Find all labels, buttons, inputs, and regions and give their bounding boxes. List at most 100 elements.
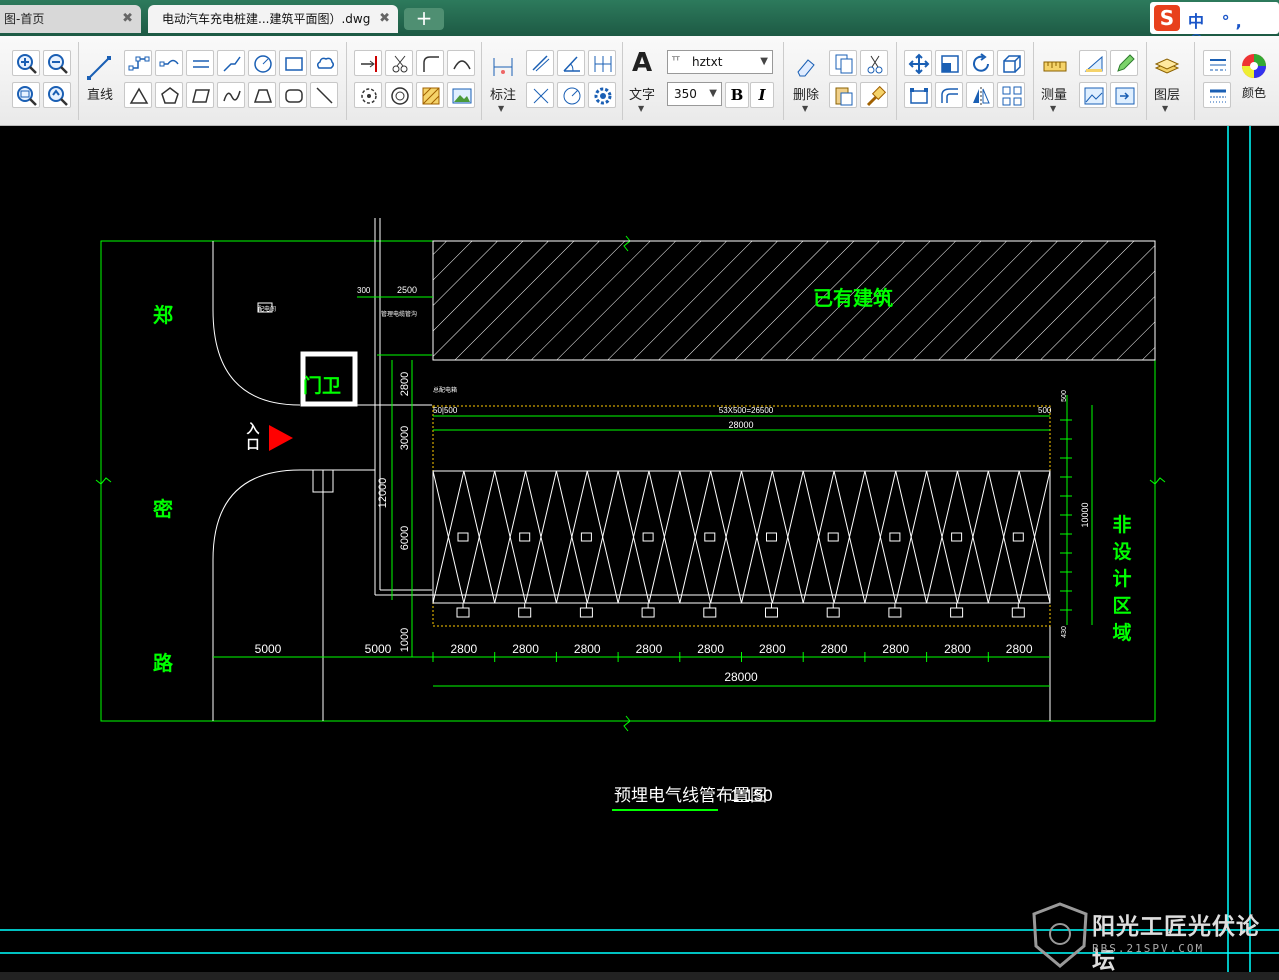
- parallelogram-icon[interactable]: [186, 82, 214, 108]
- dim-text: 53X500=26500: [719, 406, 774, 415]
- stretch-icon[interactable]: [904, 82, 932, 108]
- polygon-icon[interactable]: [155, 82, 183, 108]
- export-image-icon[interactable]: [1079, 82, 1107, 108]
- scale-icon[interactable]: [935, 50, 963, 76]
- multiline-icon[interactable]: [186, 50, 214, 76]
- zoom-window-icon[interactable]: [12, 82, 40, 108]
- dim-text: 2800: [399, 372, 411, 396]
- copy-icon[interactable]: [829, 50, 857, 76]
- match-properties-icon[interactable]: [860, 82, 888, 108]
- font-select[interactable]: ᵀᵀ hztxt ▼: [667, 50, 773, 74]
- dim-text: 430: [1061, 626, 1068, 638]
- new-tab-button[interactable]: +: [404, 8, 444, 30]
- color-label[interactable]: 颜色: [1236, 84, 1272, 101]
- close-tab-icon[interactable]: ✖: [122, 5, 133, 33]
- ruler-icon[interactable]: [1042, 54, 1068, 80]
- offset-icon[interactable]: [935, 82, 963, 108]
- layer-icon[interactable]: [1154, 54, 1180, 80]
- line-tool-label[interactable]: 直线: [83, 84, 117, 103]
- bold-button[interactable]: B: [725, 82, 749, 108]
- tab-drawing[interactable]: 电动汽车充电桩建...建筑平面图）.dwg ✖: [148, 5, 398, 33]
- rectangle-icon[interactable]: [279, 50, 307, 76]
- cut-icon[interactable]: [860, 50, 888, 76]
- canopy-outline: [432, 470, 1051, 604]
- trapezoid-icon[interactable]: [248, 82, 276, 108]
- eraser-icon[interactable]: [793, 54, 819, 80]
- light-fixture: [457, 532, 469, 542]
- 3d-box-icon[interactable]: [997, 50, 1025, 76]
- note-text: 配电间: [258, 305, 276, 313]
- light-fixture: [766, 532, 777, 542]
- text-tool-label[interactable]: 文字: [625, 84, 659, 103]
- paste-icon[interactable]: [829, 82, 857, 108]
- hatch-icon[interactable]: [416, 82, 444, 108]
- continuous-dim-icon[interactable]: [588, 50, 616, 76]
- measure-label[interactable]: 测量: [1036, 84, 1072, 103]
- array-icon[interactable]: [997, 82, 1025, 108]
- light-fixture: [827, 532, 839, 542]
- close-tab-icon[interactable]: ✖: [379, 5, 390, 33]
- delete-dropdown-icon[interactable]: ▼: [802, 104, 808, 113]
- lineweight-icon[interactable]: [1203, 82, 1231, 108]
- dim-text: 5000: [365, 642, 392, 656]
- extend-icon[interactable]: [354, 50, 382, 76]
- charger-unit: [641, 607, 655, 618]
- charger-unit: [518, 607, 532, 618]
- pencil-icon[interactable]: [1110, 50, 1138, 76]
- text-dropdown-icon[interactable]: ▼: [638, 104, 644, 113]
- rotate-icon[interactable]: [966, 50, 994, 76]
- non-design-area-char: 设: [1112, 541, 1131, 563]
- zoom-in-icon[interactable]: [12, 50, 40, 76]
- spline-icon[interactable]: [155, 50, 183, 76]
- line-tool-icon[interactable]: [85, 52, 115, 82]
- delete-label[interactable]: 删除: [788, 84, 824, 103]
- dimension-label[interactable]: 标注: [484, 84, 522, 103]
- layer-label[interactable]: 图层: [1148, 84, 1186, 103]
- triangle-icon[interactable]: [124, 82, 152, 108]
- sogou-logo-icon: S: [1154, 5, 1180, 31]
- drawing-canvas[interactable]: 郑 密 路 已有建筑 门卫 入 口 非 设 计 区 域 预埋电气线管布置图 1:…: [0, 126, 1279, 972]
- arc-icon[interactable]: [447, 50, 475, 76]
- cloud-icon[interactable]: [310, 50, 338, 76]
- circle-icon[interactable]: [248, 50, 276, 76]
- charger-unit: [950, 607, 964, 618]
- linetype-icon[interactable]: [1203, 50, 1231, 76]
- font-size-select[interactable]: 350 ▼: [667, 82, 722, 106]
- dimension-dropdown-icon[interactable]: ▼: [498, 104, 504, 113]
- existing-building-label: 已有建筑: [813, 286, 893, 310]
- rounded-rect-icon[interactable]: [279, 82, 307, 108]
- charger-unit: [888, 607, 902, 618]
- image-icon[interactable]: [447, 82, 475, 108]
- layer-dropdown-icon[interactable]: ▼: [1162, 104, 1168, 113]
- move-icon[interactable]: [904, 50, 932, 76]
- polyline-icon[interactable]: [124, 50, 152, 76]
- donut-icon[interactable]: [385, 82, 413, 108]
- light-fixture: [704, 532, 716, 542]
- tab-home[interactable]: 图-首页 ✖: [0, 5, 141, 33]
- zoom-previous-icon[interactable]: [43, 82, 71, 108]
- ray-icon[interactable]: [217, 50, 245, 76]
- arrow-line-icon[interactable]: [310, 82, 338, 108]
- italic-button[interactable]: I: [750, 82, 774, 108]
- measure-dropdown-icon[interactable]: ▼: [1050, 104, 1056, 113]
- rotate-gear-icon[interactable]: [354, 82, 382, 108]
- color-wheel-icon[interactable]: [1240, 52, 1268, 80]
- non-design-area-char: 域: [1112, 621, 1131, 644]
- text-tool-icon[interactable]: A: [630, 48, 654, 78]
- ime-indicator[interactable]: S 中 °, ☺: [1150, 2, 1279, 51]
- fillet-icon[interactable]: [416, 50, 444, 76]
- aligned-dim-icon[interactable]: [526, 50, 554, 76]
- ordinate-dim-icon[interactable]: [526, 82, 554, 108]
- trim-icon[interactable]: [385, 50, 413, 76]
- area-measure-icon[interactable]: [1079, 50, 1107, 76]
- mirror-icon[interactable]: [966, 82, 994, 108]
- light-fixture: [951, 532, 963, 542]
- dimension-icon[interactable]: [490, 54, 516, 80]
- freehand-icon[interactable]: [217, 82, 245, 108]
- radius-dim-icon[interactable]: [557, 82, 585, 108]
- angular-dim-icon[interactable]: [557, 50, 585, 76]
- zoom-out-icon[interactable]: [43, 50, 71, 76]
- dim-settings-icon[interactable]: [588, 82, 616, 108]
- charger-unit: [765, 607, 778, 618]
- insert-block-icon[interactable]: [1110, 82, 1138, 108]
